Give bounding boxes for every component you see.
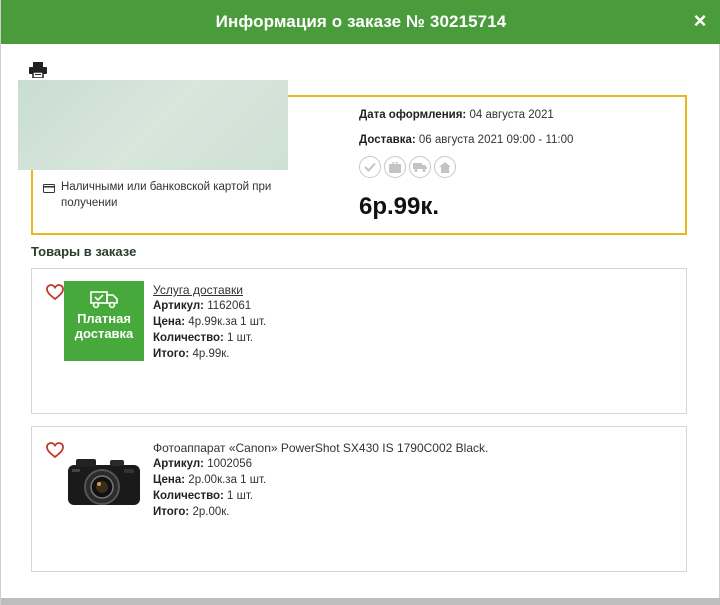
payment-method-text: Наличными или банковской картой при полу… <box>61 181 272 209</box>
delivery-service-thumbnail[interactable]: Платная доставка <box>64 281 144 361</box>
order-status-steps <box>359 156 456 178</box>
order-date-value: 04 августа 2021 <box>466 109 554 121</box>
item-total-label: Итого: <box>153 506 190 518</box>
order-item-card: Платная доставка Услуга доставки Артикул… <box>31 268 687 414</box>
items-section-title: Товары в заказе <box>31 244 137 259</box>
order-item-card: Фотоаппарат «Canon» PowerShot SX430 IS 1… <box>31 426 687 572</box>
heart-icon[interactable] <box>46 284 64 301</box>
item-total: Итого: 2р.00к. <box>153 504 488 520</box>
redacted-address <box>18 80 288 170</box>
quantity-label: Количество: <box>153 332 224 344</box>
modal-header: Информация о заказе № 30215714 × <box>1 0 720 44</box>
truck-icon <box>409 156 431 178</box>
close-icon[interactable]: × <box>689 10 711 32</box>
sku-value: 1002056 <box>204 458 252 470</box>
heart-icon[interactable] <box>46 442 64 459</box>
price-label: Цена: <box>153 474 186 486</box>
payment-method: Наличными или банковской картой при полу… <box>43 179 293 211</box>
delivery-value: 06 августа 2021 09:00 - 11:00 <box>415 134 574 146</box>
item-quantity: Количество: 1 шт. <box>153 330 266 346</box>
sku-label: Артикул: <box>153 300 205 312</box>
item-details: Фотоаппарат «Canon» PowerShot SX430 IS 1… <box>153 440 488 520</box>
quantity-label: Количество: <box>153 490 224 502</box>
modal-title: Информация о заказе № 30215714 <box>215 12 507 31</box>
item-total: Итого: 4р.99к. <box>153 346 266 362</box>
item-price: Цена: 2р.00к.за 1 шт. <box>153 472 488 488</box>
price-label: Цена: <box>153 316 186 328</box>
order-date-label: Дата оформления: <box>359 109 467 121</box>
item-name[interactable]: Фотоаппарат «Canon» PowerShot SX430 IS 1… <box>153 440 488 456</box>
item-quantity: Количество: 1 шт. <box>153 488 488 504</box>
check-icon <box>359 156 381 178</box>
item-total-value: 4р.99к. <box>189 348 230 360</box>
camera-thumbnail[interactable] <box>64 439 144 519</box>
order-total: 6р.99к. <box>359 193 440 220</box>
item-details: Услуга доставки Артикул: 1162061 Цена: 4… <box>153 282 266 362</box>
delivery-label: Доставка: <box>359 134 416 146</box>
delivery-date: Доставка: 06 августа 2021 09:00 - 11:00 <box>359 134 573 146</box>
home-icon <box>434 156 456 178</box>
item-price: Цена: 4р.99к.за 1 шт. <box>153 314 266 330</box>
sku-label: Артикул: <box>153 458 205 470</box>
modal-bottom-edge <box>1 598 720 605</box>
order-info-modal: Информация о заказе № 30215714 × Наличны… <box>0 0 720 605</box>
quantity-value: 1 шт. <box>223 332 254 344</box>
item-total-value: 2р.00к. <box>189 506 230 518</box>
package-icon <box>384 156 406 178</box>
truck-icon <box>89 289 119 309</box>
sku-value: 1162061 <box>204 300 252 312</box>
item-total-label: Итого: <box>153 348 190 360</box>
thumbnail-text: Платная доставка <box>74 311 134 341</box>
order-date: Дата оформления: 04 августа 2021 <box>359 109 554 121</box>
item-name-link[interactable]: Услуга доставки <box>153 282 266 298</box>
price-value: 2р.00к.за 1 шт. <box>185 474 267 486</box>
item-sku: Артикул: 1162061 <box>153 298 266 314</box>
printer-icon[interactable] <box>29 62 47 79</box>
quantity-value: 1 шт. <box>223 490 254 502</box>
price-value: 4р.99к.за 1 шт. <box>185 316 267 328</box>
item-sku: Артикул: 1002056 <box>153 456 488 472</box>
credit-card-icon <box>43 182 55 193</box>
